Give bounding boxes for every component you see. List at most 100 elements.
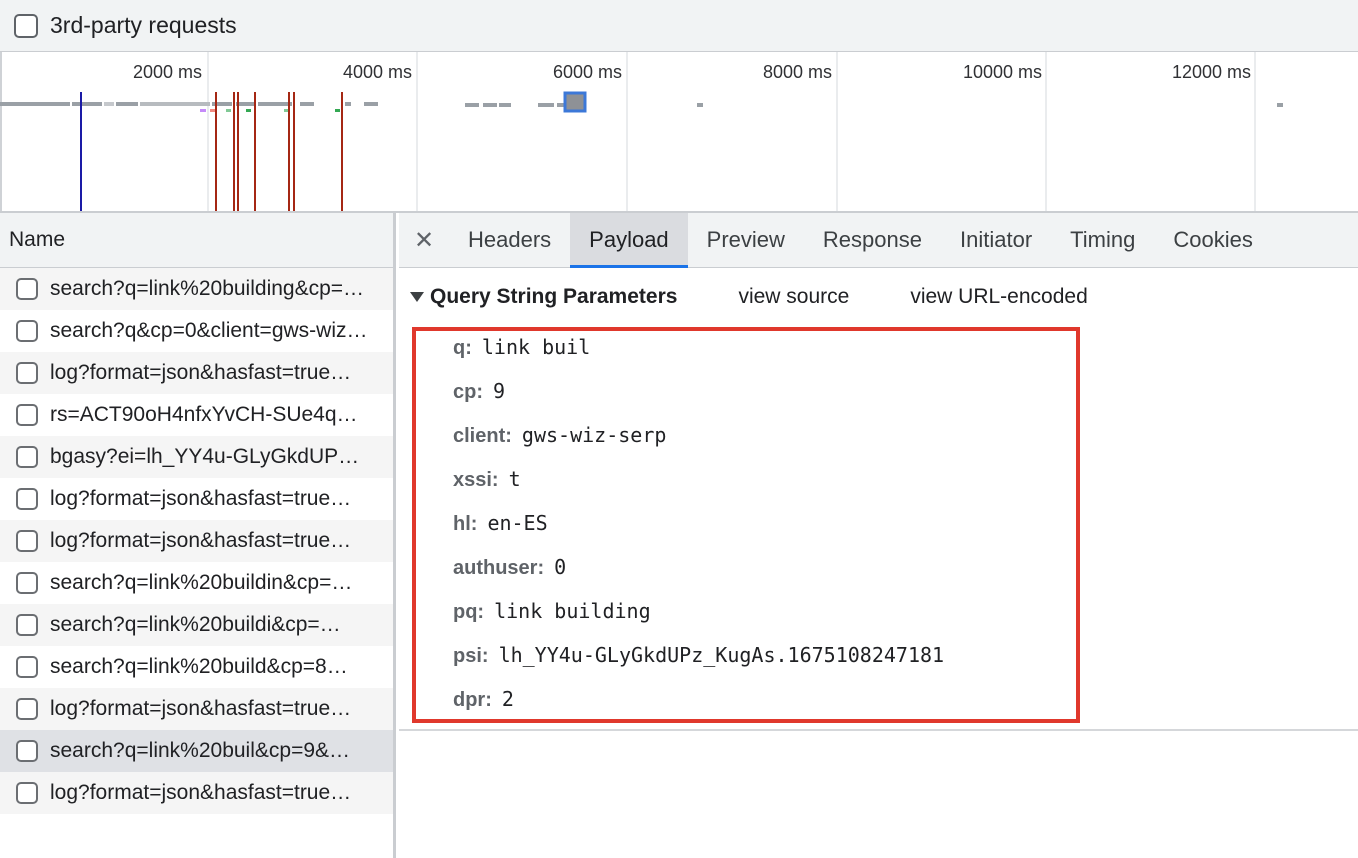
request-type-checkbox: [16, 656, 38, 678]
param-key: dpr:: [453, 689, 492, 711]
param-row: xssi: t: [453, 467, 521, 492]
request-type-checkbox: [16, 362, 38, 384]
param-row: pq: link building: [453, 599, 651, 624]
request-type-checkbox: [16, 572, 38, 594]
request-row[interactable]: log?format=json&hasfast=true…: [0, 772, 393, 814]
param-row: client: gws-wiz-serp: [453, 423, 666, 448]
request-row[interactable]: rs=ACT90oH4nfxYvCH-SUe4q…: [0, 394, 393, 436]
name-column-label: Name: [9, 228, 66, 251]
param-key: client:: [453, 425, 512, 447]
request-type-checkbox: [16, 278, 38, 300]
request-type-checkbox: [16, 404, 38, 426]
request-type-checkbox: [16, 446, 38, 468]
third-party-requests-label[interactable]: 3rd-party requests: [50, 12, 237, 39]
network-overview[interactable]: 2000 ms 4000 ms 6000 ms 8000 ms 10000 ms…: [0, 52, 1358, 213]
request-row[interactable]: search?q&cp=0&client=gws-wiz…: [0, 310, 393, 352]
param-key: authuser:: [453, 557, 545, 579]
tab-headers[interactable]: Headers: [449, 213, 570, 267]
section-title: Query String Parameters: [430, 285, 678, 308]
param-row: psi: lh_YY4u-GLyGkdUPz_KugAs.16751082471…: [453, 643, 944, 668]
third-party-requests-checkbox[interactable]: [14, 13, 38, 38]
request-row[interactable]: search?q=link%20buildin&cp=…: [0, 562, 393, 604]
request-name: search?q&cp=0&client=gws-wiz…: [50, 319, 368, 342]
request-name: log?format=json&hasfast=true…: [50, 697, 352, 720]
param-row: dpr: 2: [453, 687, 514, 712]
details-tabbar: ✕ Headers Payload Preview Response Initi…: [399, 213, 1358, 268]
request-type-checkbox: [16, 698, 38, 720]
param-value: link buil: [481, 335, 591, 359]
request-list: Name search?q=link%20building&cp=… search…: [0, 213, 396, 858]
timeline-tick: 4000 ms: [342, 62, 412, 82]
request-row[interactable]: log?format=json&hasfast=true…: [0, 478, 393, 520]
param-key: hl:: [453, 513, 478, 535]
name-column-header[interactable]: Name: [0, 213, 393, 268]
timeline-tick: 8000 ms: [762, 62, 832, 82]
param-key: psi:: [453, 645, 489, 667]
selected-request-marker: [563, 91, 587, 113]
request-type-checkbox: [16, 740, 38, 762]
view-url-encoded-button[interactable]: view URL-encoded: [910, 285, 1087, 309]
highlight-box: q: link buil cp: 9 client: gws-wiz-serp …: [412, 327, 1080, 723]
tab-timing[interactable]: Timing: [1051, 213, 1154, 267]
request-name: search?q=link%20buildin&cp=…: [50, 571, 353, 594]
request-name: search?q=link%20building&cp=…: [50, 277, 365, 300]
section-divider: [399, 729, 1358, 731]
param-key: pq:: [453, 601, 485, 623]
close-details-icon[interactable]: ✕: [399, 213, 449, 267]
query-string-section-header[interactable]: Query String Parameters view source view…: [410, 285, 1088, 309]
request-type-checkbox: [16, 782, 38, 804]
request-row[interactable]: search?q=link%20buildi&cp=…: [0, 604, 393, 646]
request-details-panel: ✕ Headers Payload Preview Response Initi…: [399, 213, 1358, 858]
filter-bar: 3rd-party requests: [0, 0, 1358, 52]
request-name: search?q=link%20build&cp=8…: [50, 655, 348, 678]
timeline-tick: 2000 ms: [132, 62, 202, 82]
param-value: t: [508, 467, 521, 491]
param-value: gws-wiz-serp: [521, 423, 667, 447]
request-name: rs=ACT90oH4nfxYvCH-SUe4q…: [50, 403, 358, 426]
timeline-tick: 6000 ms: [552, 62, 622, 82]
request-row[interactable]: search?q=link%20build&cp=8…: [0, 646, 393, 688]
request-name: log?format=json&hasfast=true…: [50, 529, 352, 552]
request-row[interactable]: search?q=link%20building&cp=…: [0, 268, 393, 310]
request-row[interactable]: log?format=json&hasfast=true…: [0, 352, 393, 394]
tab-response[interactable]: Response: [804, 213, 941, 267]
tab-cookies[interactable]: Cookies: [1154, 213, 1271, 267]
request-type-checkbox: [16, 614, 38, 636]
tab-initiator[interactable]: Initiator: [941, 213, 1051, 267]
param-row: hl: en-ES: [453, 511, 548, 536]
param-key: xssi:: [453, 469, 499, 491]
request-row[interactable]: log?format=json&hasfast=true…: [0, 688, 393, 730]
timeline-tick: 12000 ms: [1171, 62, 1251, 82]
request-name: search?q=link%20buildi&cp=…: [50, 613, 341, 636]
request-name: bgasy?ei=lh_YY4u-GLyGkdUP…: [50, 445, 360, 468]
tab-preview[interactable]: Preview: [688, 213, 804, 267]
request-type-checkbox: [16, 488, 38, 510]
param-value: en-ES: [487, 511, 548, 535]
request-name: log?format=json&hasfast=true…: [50, 361, 352, 384]
view-source-button[interactable]: view source: [738, 285, 849, 309]
param-key: cp:: [453, 381, 483, 403]
timeline-tick: 10000 ms: [962, 62, 1042, 82]
param-row: q: link buil: [453, 335, 590, 360]
request-name: search?q=link%20buil&cp=9&…: [50, 739, 351, 762]
request-rows: search?q=link%20building&cp=… search?q&cp…: [0, 268, 393, 814]
request-bars: [0, 102, 1283, 112]
request-name: log?format=json&hasfast=true…: [50, 487, 352, 510]
param-value: 0: [554, 555, 567, 579]
param-row: authuser: 0: [453, 555, 566, 580]
expand-triangle-icon[interactable]: [410, 292, 424, 302]
param-row: cp: 9: [453, 379, 505, 404]
tab-payload[interactable]: Payload: [570, 213, 688, 268]
param-value: 2: [501, 687, 514, 711]
request-type-checkbox: [16, 530, 38, 552]
param-key: q:: [453, 337, 472, 359]
request-row[interactable]: search?q=link%20buil&cp=9&…: [0, 730, 393, 772]
param-value: 9: [493, 379, 506, 403]
request-type-checkbox: [16, 320, 38, 342]
param-value: lh_YY4u-GLyGkdUPz_KugAs.1675108247181: [498, 643, 945, 667]
request-row[interactable]: log?format=json&hasfast=true…: [0, 520, 393, 562]
load-event-lines: [215, 92, 343, 211]
request-row[interactable]: bgasy?ei=lh_YY4u-GLyGkdUP…: [0, 436, 393, 478]
request-name: log?format=json&hasfast=true…: [50, 781, 352, 804]
param-value: link building: [494, 599, 651, 623]
